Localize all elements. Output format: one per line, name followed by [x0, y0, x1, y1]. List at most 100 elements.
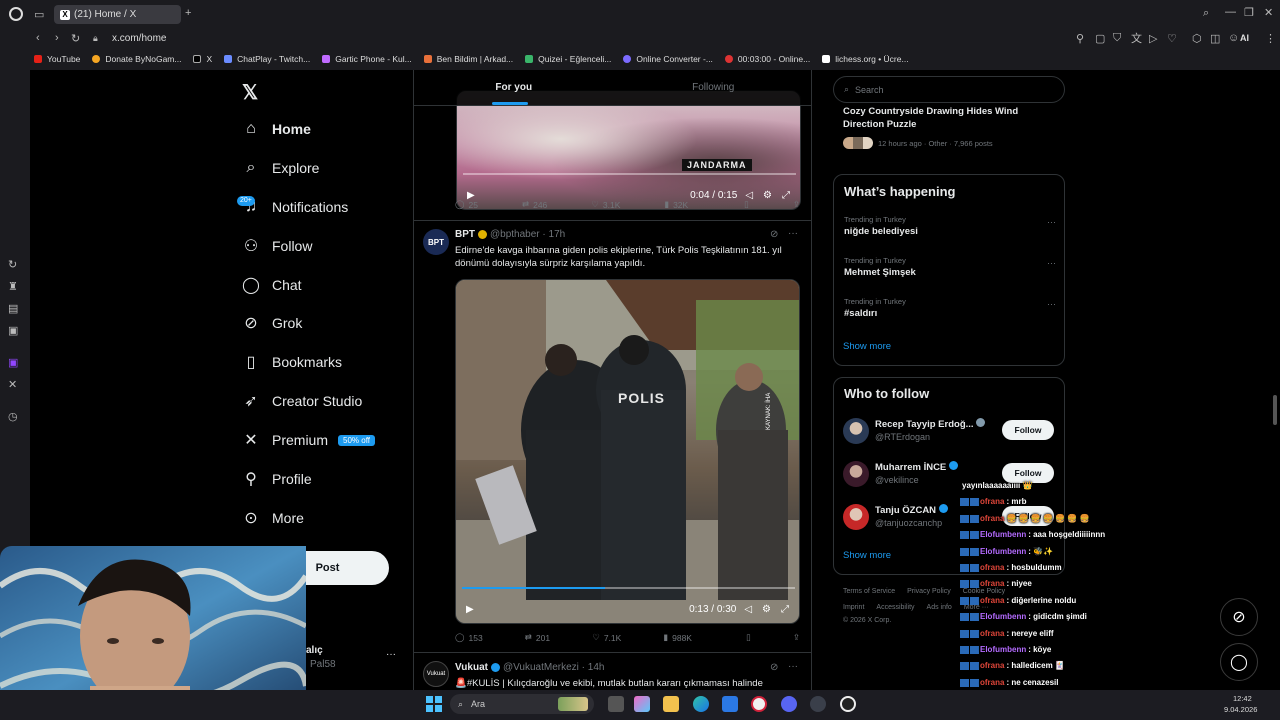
trend-more-icon[interactable]: ···: [1047, 217, 1056, 227]
trend-item[interactable]: Trending in Turkey niğde belediyesi ···: [844, 215, 1056, 237]
heart-icon[interactable]: ♡: [1167, 32, 1177, 45]
footer-link[interactable]: Terms of Service: [843, 588, 895, 595]
translate-icon[interactable]: 文: [1131, 30, 1142, 46]
nav-creator-studio[interactable]: ➶ Creator Studio: [240, 390, 362, 412]
chat-float-button[interactable]: ◯: [1220, 643, 1258, 681]
avatar[interactable]: [843, 504, 869, 530]
extensions-icon[interactable]: ⬡: [1192, 32, 1202, 45]
search-tabs-icon[interactable]: ⌕: [1203, 7, 1209, 20]
nav-grok[interactable]: ⊘ Grok: [240, 312, 302, 334]
clock-icon[interactable]: ◷: [8, 410, 18, 423]
new-tab-icon[interactable]: +: [185, 7, 191, 19]
bookmark-item[interactable]: X: [193, 54, 212, 64]
tab-switcher-icon[interactable]: ▭: [34, 8, 44, 21]
obs-icon[interactable]: [840, 696, 856, 712]
twitch-icon[interactable]: ▣: [8, 356, 18, 369]
menu-icon[interactable]: ⋮: [1265, 32, 1276, 45]
views-button[interactable]: ▮ 32K: [664, 199, 688, 210]
grok-explain-icon[interactable]: ⊘: [770, 662, 778, 673]
opera-logo-icon[interactable]: [9, 7, 23, 21]
nav-more[interactable]: ⊙ More: [240, 507, 304, 529]
nav-follow[interactable]: ⚇ Follow: [240, 235, 313, 257]
bookmark-item[interactable]: Ben Bildim | Arkad...: [423, 54, 513, 64]
bookmark-item[interactable]: Donate ByNoGam...: [92, 54, 181, 64]
store-icon[interactable]: [722, 696, 738, 712]
snapshot-icon[interactable]: ▢: [1095, 32, 1105, 45]
search-input[interactable]: ⌕ Search: [833, 76, 1065, 103]
x-logo-icon[interactable]: 𝕏: [242, 80, 258, 105]
back-icon[interactable]: ‹: [36, 32, 40, 44]
grok-explain-icon[interactable]: ⊘: [770, 229, 778, 240]
nav-notifications[interactable]: ♫ Notifications: [240, 196, 348, 218]
follow-button[interactable]: Follow: [1002, 420, 1054, 440]
bookmark-item[interactable]: 00:03:00 - Online...: [724, 54, 810, 64]
volume-icon[interactable]: ◁: [744, 604, 752, 615]
start-button[interactable]: [426, 696, 442, 712]
aria-icon[interactable]: ♜: [8, 280, 18, 293]
suggested-name[interactable]: Recep Tayyip Erdoğ...: [875, 418, 986, 430]
like-button[interactable]: ♡ 7.1K: [592, 632, 621, 643]
bookmark-tweet-icon[interactable]: ▯: [746, 632, 751, 643]
forward-icon[interactable]: ›: [55, 32, 59, 44]
trend-more-icon[interactable]: ···: [1047, 258, 1056, 268]
notes-icon[interactable]: ▤: [8, 302, 18, 315]
account-icon[interactable]: ☺: [1228, 32, 1239, 44]
who-show-more[interactable]: Show more: [843, 550, 891, 561]
avatar[interactable]: [843, 461, 869, 487]
taskbar-search[interactable]: ⌕ Ara: [450, 694, 594, 714]
repost-button[interactable]: ⇄ 246: [522, 199, 547, 210]
nav-chat[interactable]: ◯ Chat: [240, 274, 302, 296]
nav-explore[interactable]: ⌕ Explore: [240, 157, 320, 179]
bookmark-item[interactable]: Gartic Phone - Kul...: [322, 54, 412, 64]
close-window-icon[interactable]: ✕: [1264, 6, 1273, 19]
file-explorer-icon[interactable]: [663, 696, 679, 712]
x-sidebar-icon[interactable]: ✕: [8, 378, 17, 391]
fullscreen-icon[interactable]: ⤢: [781, 604, 789, 615]
tweet1-video[interactable]: JANDARMA ▶ 0:04 / 0:15 ◁ ⚙ ⤢: [456, 90, 801, 210]
bpt-avatar[interactable]: BPT: [423, 229, 449, 255]
nav-profile[interactable]: ⚲ Profile: [240, 468, 312, 490]
tweet-more-icon[interactable]: ···: [788, 661, 798, 672]
edge-icon[interactable]: [693, 696, 709, 712]
tab-for-you[interactable]: For you: [414, 70, 614, 105]
account-switcher[interactable]: alıç Pal58 ···: [306, 645, 406, 675]
nav-home[interactable]: ⌂ Home: [240, 118, 311, 140]
shield-icon[interactable]: ⛉: [1113, 32, 1121, 45]
bookmark-item[interactable]: Quizei - Eğlenceli...: [525, 54, 611, 64]
footer-link[interactable]: Imprint: [843, 604, 864, 611]
suggested-name[interactable]: Tanju ÖZCAN: [875, 504, 948, 516]
share-icon[interactable]: ⇪: [793, 199, 800, 210]
wallet-icon[interactable]: ◫: [1210, 32, 1220, 45]
repost-button[interactable]: ⇄ 201: [525, 632, 550, 643]
messenger-icon[interactable]: ▣: [8, 324, 18, 337]
opera-taskbar-icon[interactable]: [751, 696, 767, 712]
tweet2-author[interactable]: BPT: [455, 229, 475, 240]
settings-icon[interactable]: ⚙: [762, 604, 771, 615]
account-more-icon[interactable]: ···: [386, 649, 396, 660]
bookmark-tweet-icon[interactable]: ▯: [744, 199, 749, 210]
tweet-more-icon[interactable]: ···: [788, 228, 798, 239]
bookmark-item[interactable]: Online Converter -...: [623, 54, 713, 64]
suggested-name[interactable]: Muharrem İNCE: [875, 461, 958, 473]
copilot-icon[interactable]: [634, 696, 650, 712]
footer-link[interactable]: Accessibility: [876, 604, 914, 611]
tweet3-author[interactable]: Vukuat: [455, 662, 488, 673]
task-view-icon[interactable]: [608, 696, 624, 712]
history-icon[interactable]: ↻: [8, 258, 17, 271]
share-icon[interactable]: ⇪: [793, 632, 800, 643]
footer-link[interactable]: Privacy Policy: [907, 588, 951, 595]
avatar[interactable]: [843, 418, 869, 444]
bookmark-item[interactable]: YouTube: [34, 54, 80, 64]
trend-item[interactable]: Trending in Turkey Mehmet Şimşek ···: [844, 256, 1056, 278]
tab-x-home[interactable]: X (21) Home / X: [54, 5, 181, 24]
vukuat-avatar[interactable]: Vukuat: [423, 661, 449, 687]
steam-icon[interactable]: [810, 696, 826, 712]
bookmark-item[interactable]: ChatPlay - Twitch...: [224, 54, 310, 64]
bookmark-item[interactable]: lichess.org • Ücre...: [822, 54, 909, 64]
tab-following[interactable]: Following: [614, 70, 812, 105]
tweet3-handle[interactable]: @VukuatMerkezi · 14h: [503, 662, 605, 673]
grok-float-button[interactable]: ⊘: [1220, 598, 1258, 636]
nav-premium[interactable]: ✕ Premium 50% off: [240, 429, 375, 451]
reload-icon[interactable]: ↻: [71, 32, 80, 45]
views-button[interactable]: ▮ 988K: [663, 632, 692, 643]
